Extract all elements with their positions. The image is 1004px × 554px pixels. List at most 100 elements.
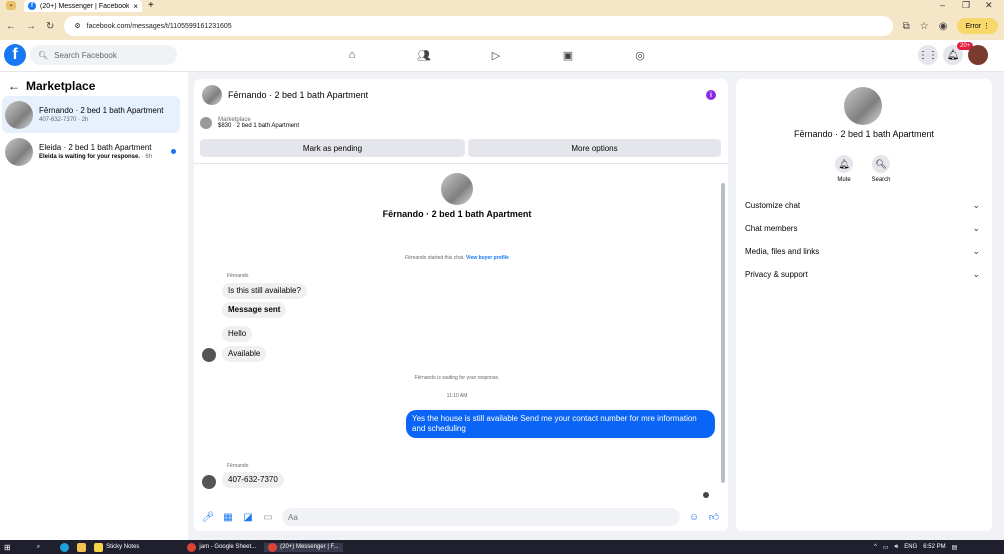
chrome-icon	[268, 542, 278, 552]
chevron-down-icon: ⌄	[972, 222, 980, 233]
mark-as-pending-button[interactable]: Mark as pending	[200, 139, 465, 157]
taskbar-chrome-sheets[interactable]: jam - Google Sheet...	[187, 542, 257, 552]
url-text: facebook.com/messages/t/1105599161231605	[86, 22, 232, 30]
right-panel	[736, 79, 992, 531]
taskbar-sticky-notes[interactable]: Sticky Notes	[94, 542, 140, 552]
more-options-button[interactable]: More options	[468, 139, 721, 157]
close-window-button[interactable]: ✕	[985, 0, 993, 11]
marketplace-icon[interactable]: ▣	[558, 47, 578, 63]
gaming-icon[interactable]: ◎	[630, 47, 650, 63]
network-icon[interactable]: ▭	[883, 544, 889, 551]
search-chat-button[interactable]: 🔍︎ Search	[866, 155, 896, 183]
seen-indicator	[703, 492, 709, 498]
friends-icon[interactable]: 👥︎	[414, 47, 434, 63]
listing-summary[interactable]: Marketplace $830 · 2 bed 1 bath Apartmen…	[200, 117, 299, 129]
unread-dot	[171, 149, 176, 154]
waiting-text: Eleida is waiting for your response.	[39, 154, 141, 160]
contact-name: Fērnando · 2 bed 1 bath Apartment	[793, 129, 935, 139]
section-customize-chat[interactable]: Customize chat ⌄	[745, 198, 980, 212]
timestamp: 11:10 AM	[446, 393, 468, 399]
chat-header-name: Fērnando · 2 bed 1 bath Apartment	[228, 90, 369, 100]
menu-grid-icon[interactable]: ⋮⋮	[918, 45, 938, 65]
browser-tab-messenger[interactable]: f (20+) Messenger | Facebook ×	[24, 0, 142, 12]
outgoing-message-bubble[interactable]: Yes the house is still available Send me…	[406, 410, 715, 438]
url-field[interactable]: ⚙ facebook.com/messages/t/11055991612316…	[64, 16, 893, 36]
system-tray: ^ ▭ 🔊︎ ENG 6:52 PM ▤	[874, 540, 957, 554]
section-media-files-links[interactable]: Media, files and links ⌄	[745, 244, 980, 258]
chat-profile-name: Fērnando · 2 bed 1 bath Apartment	[382, 209, 532, 219]
back-icon[interactable]: ←	[6, 21, 16, 32]
new-tab-button[interactable]: +	[148, 0, 154, 11]
taskbar-label: jam - Google Sheet...	[199, 544, 257, 550]
tab-title: (20+) Messenger | Facebook	[40, 2, 130, 10]
notification-center-icon[interactable]: ▤	[952, 544, 958, 551]
conversation-thumbnail	[5, 100, 33, 129]
forward-icon[interactable]: →	[26, 21, 36, 32]
search-placeholder: Search Facebook	[54, 50, 117, 60]
like-thumbs-up-icon[interactable]: 👍︎	[708, 511, 720, 523]
facebook-search[interactable]: 🔍︎ Search Facebook	[30, 45, 177, 65]
address-bar-row: ← → ↻ ⚙ facebook.com/messages/t/11055991…	[0, 12, 1004, 40]
sender-avatar[interactable]	[202, 475, 216, 489]
view-buyer-profile-link[interactable]: View buyer profile	[466, 255, 509, 261]
video-icon[interactable]: ▷	[486, 47, 506, 63]
install-icon[interactable]: ⧉	[903, 21, 910, 32]
minimize-button[interactable]: –	[940, 0, 945, 10]
scrollbar-thumb[interactable]	[721, 183, 725, 483]
gif-icon[interactable]: ▭	[262, 511, 274, 523]
edge-icon[interactable]	[60, 542, 70, 552]
home-icon[interactable]: ⌂	[342, 47, 362, 63]
back-arrow-icon[interactable]: ←	[8, 79, 20, 93]
message-bubble[interactable]: Message sent	[222, 302, 287, 318]
tab-close-icon[interactable]: ×	[133, 2, 138, 11]
section-chat-members[interactable]: Chat members ⌄	[745, 221, 980, 235]
image-icon[interactable]: ▦	[222, 511, 234, 523]
contact-profile-thumbnail[interactable]	[844, 87, 882, 125]
bookmark-star-icon[interactable]: ☆	[920, 21, 929, 32]
conversation-item[interactable]: Eleida · 2 bed 1 bath Apartment Eleida i…	[2, 133, 180, 170]
chat-started-text: Fērnando started this chat.	[405, 255, 465, 261]
sticker-icon[interactable]: ◪	[242, 511, 254, 523]
conversation-item[interactable]: Fērnando · 2 bed 1 bath Apartment 407-63…	[2, 96, 180, 133]
chat-profile-thumbnail[interactable]	[441, 173, 473, 205]
account-avatar[interactable]	[968, 45, 988, 65]
tab-search-dropdown[interactable]: ⌄	[6, 1, 16, 10]
taskbar-chrome-messenger[interactable]: (20+) Messenger | F...	[264, 542, 343, 552]
info-icon[interactable]: i	[706, 90, 716, 100]
mute-button[interactable]: 🔔︎ Mute	[829, 155, 859, 183]
taskbar-label: Sticky Notes	[106, 544, 140, 550]
sender-avatar[interactable]	[202, 348, 216, 362]
clock[interactable]: 6:52 PM	[923, 544, 945, 550]
divider	[194, 163, 728, 164]
message-bubble[interactable]: Available	[222, 346, 267, 362]
site-settings-icon[interactable]: ⚙	[74, 22, 80, 30]
sticky-notes-icon	[94, 542, 104, 552]
volume-icon[interactable]: 🔊︎	[895, 544, 899, 551]
windows-start-icon[interactable]: ⊞	[4, 543, 11, 552]
emoji-icon[interactable]: ☺	[688, 511, 700, 523]
language-indicator[interactable]: ENG	[904, 544, 917, 550]
maximize-button[interactable]: ❐	[962, 0, 970, 11]
conversation-thumbnail	[5, 137, 33, 166]
listing-title: $830 · 2 bed 1 bath Apartment	[218, 123, 300, 129]
taskbar-search-icon[interactable]: ⌕	[37, 544, 40, 551]
message-bubble[interactable]: 407-632-7370	[222, 472, 284, 488]
chat-header-thumbnail	[202, 85, 222, 105]
tray-chevron-icon[interactable]: ^	[874, 544, 877, 550]
file-explorer-icon[interactable]	[77, 542, 87, 552]
chat-header[interactable]: Fērnando · 2 bed 1 bath Apartment	[202, 85, 368, 105]
error-button[interactable]: Error ⋮	[957, 18, 998, 34]
mute-label: Mute	[837, 177, 851, 183]
message-bubble[interactable]: Is this still available?	[222, 283, 307, 299]
chat-scrollbar[interactable]	[721, 167, 725, 495]
facebook-logo[interactable]: f	[4, 44, 26, 66]
profile-icon[interactable]: ◉	[939, 21, 948, 32]
marketplace-header: ← Marketplace	[8, 79, 95, 93]
message-bubble[interactable]: Hello	[222, 326, 253, 342]
message-input[interactable]	[282, 508, 680, 526]
microphone-icon[interactable]: 🎤︎	[202, 511, 215, 523]
section-privacy-support[interactable]: Privacy & support ⌄	[745, 267, 980, 281]
chrome-icon	[187, 542, 197, 552]
reload-icon[interactable]: ↻	[46, 21, 54, 32]
panel-title: Marketplace	[26, 79, 96, 93]
